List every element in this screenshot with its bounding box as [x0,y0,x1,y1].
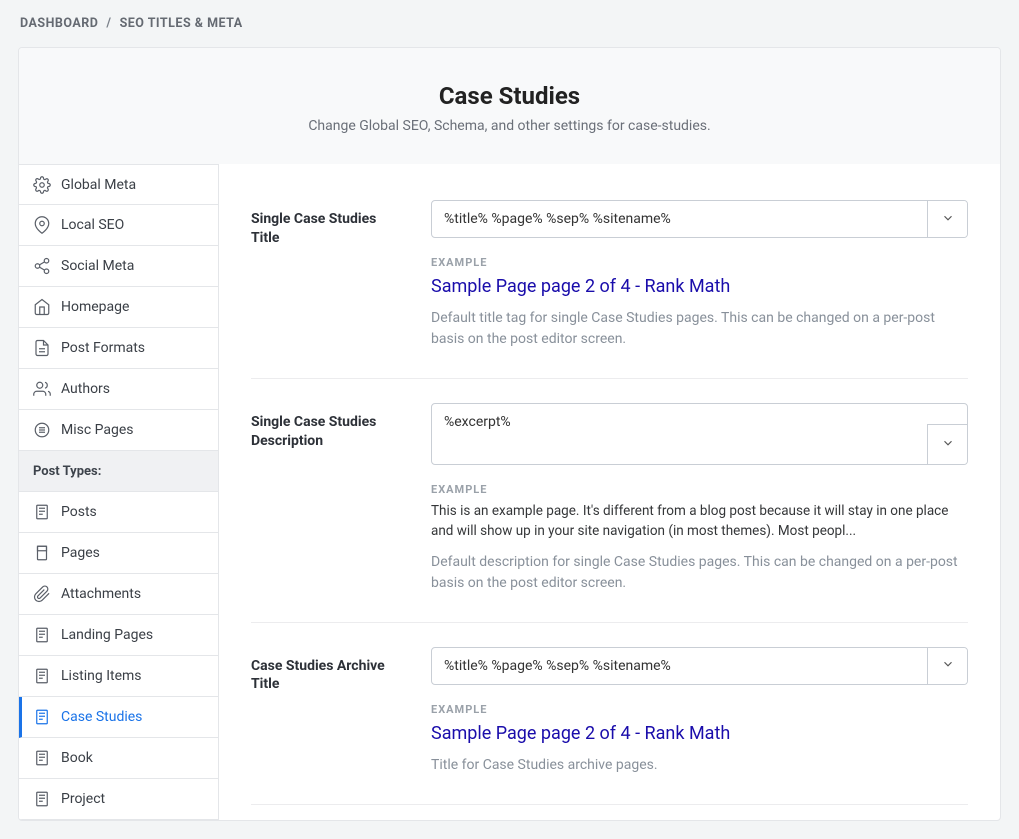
content-area: Single Case Studies Title EXAMPLE Sample [219,164,1000,820]
post-icon [33,503,51,521]
sidebar-item-local-seo[interactable]: Local SEO [19,205,218,246]
variables-dropdown-button[interactable] [927,424,967,464]
example-preview-title: Sample Page page 2 of 4 - Rank Math [431,275,968,298]
sidebar-item-label: Posts [61,504,97,520]
sidebar-item-listing-items[interactable]: Listing Items [19,656,218,697]
sidebar-item-label: Homepage [61,299,129,315]
page-icon [33,544,51,562]
home-icon [33,298,51,316]
paperclip-icon [33,585,51,603]
sidebar-item-label: Landing Pages [61,627,153,643]
sidebar-item-pages[interactable]: Pages [19,533,218,574]
sidebar-item-label: Listing Items [61,668,142,684]
document-icon [33,339,51,357]
sidebar-item-label: Book [61,750,93,766]
sidebar-item-label: Global Meta [61,177,136,193]
post-icon [33,667,51,685]
breadcrumb-current: SEO TITLES & META [120,16,243,31]
chevron-down-icon [941,211,955,228]
example-label: EXAMPLE [431,483,968,496]
input-wrap [431,647,968,685]
sidebar-item-label: Misc Pages [61,422,134,438]
post-icon [33,708,51,726]
sidebar-item-label: Social Meta [61,258,134,274]
post-icon [33,749,51,767]
post-icon [33,790,51,808]
sidebar-item-label: Local SEO [61,217,124,233]
sidebar-item-landing-pages[interactable]: Landing Pages [19,615,218,656]
users-icon [33,380,51,398]
page-subtitle: Change Global SEO, Schema, and other set… [39,118,980,134]
breadcrumb-sep: / [106,16,111,31]
field-label: Single Case Studies Description [251,403,401,593]
sidebar-item-label: Pages [61,545,100,561]
example-label: EXAMPLE [431,703,968,716]
settings-panel: Case Studies Change Global SEO, Schema, … [18,47,1001,821]
field-archive-title: Case Studies Archive Title EXAMPLE Sampl… [251,623,968,805]
field-label: Single Case Studies Title [251,200,401,350]
post-icon [33,626,51,644]
sidebar-item-case-studies[interactable]: Case Studies [19,697,218,738]
example-label: EXAMPLE [431,256,968,269]
sidebar-item-misc-pages[interactable]: Misc Pages [19,410,218,451]
field-label: Case Studies Archive Title [251,647,401,776]
sidebar: Global Meta Local SEO Social Meta [19,164,219,820]
single-description-input[interactable] [432,404,927,464]
input-wrap [431,200,968,238]
sidebar-item-global-meta[interactable]: Global Meta [19,164,218,205]
chevron-down-icon [941,436,955,453]
sidebar-item-label: Case Studies [61,709,142,725]
sidebar-item-label: Post Formats [61,340,145,356]
sidebar-item-homepage[interactable]: Homepage [19,287,218,328]
variables-dropdown-button[interactable] [927,201,967,237]
sidebar-section-post-types: Post Types: [19,451,218,492]
sidebar-item-social-meta[interactable]: Social Meta [19,246,218,287]
sidebar-item-book[interactable]: Book [19,738,218,779]
share-icon [33,257,51,275]
example-preview-title: Sample Page page 2 of 4 - Rank Math [431,722,968,745]
variables-dropdown-button[interactable] [927,648,967,684]
sidebar-item-authors[interactable]: Authors [19,369,218,410]
panel-header: Case Studies Change Global SEO, Schema, … [19,48,1000,164]
help-text: Default description for single Case Stud… [431,552,968,594]
sidebar-item-post-formats[interactable]: Post Formats [19,328,218,369]
breadcrumb-dashboard[interactable]: DASHBOARD [20,16,98,31]
sidebar-item-label: Project [61,791,105,807]
archive-title-input[interactable] [432,648,927,684]
sidebar-item-label: Attachments [61,586,141,602]
breadcrumb: DASHBOARD / SEO TITLES & META [18,0,1001,47]
field-single-title: Single Case Studies Title EXAMPLE Sample [251,192,968,379]
page-title: Case Studies [39,82,980,110]
sidebar-item-label: Authors [61,381,110,397]
input-wrap [431,403,968,465]
gear-icon [33,176,51,194]
help-text: Title for Case Studies archive pages. [431,755,968,776]
pin-icon [33,216,51,234]
help-text: Default title tag for single Case Studie… [431,308,968,350]
single-title-input[interactable] [432,201,927,237]
sidebar-item-project[interactable]: Project [19,779,218,820]
list-icon [33,421,51,439]
sidebar-item-attachments[interactable]: Attachments [19,574,218,615]
sidebar-item-posts[interactable]: Posts [19,492,218,533]
chevron-down-icon [941,657,955,674]
field-single-description: Single Case Studies Description EXAMPLE … [251,379,968,622]
example-preview-description: This is an example page. It's different … [431,502,968,541]
